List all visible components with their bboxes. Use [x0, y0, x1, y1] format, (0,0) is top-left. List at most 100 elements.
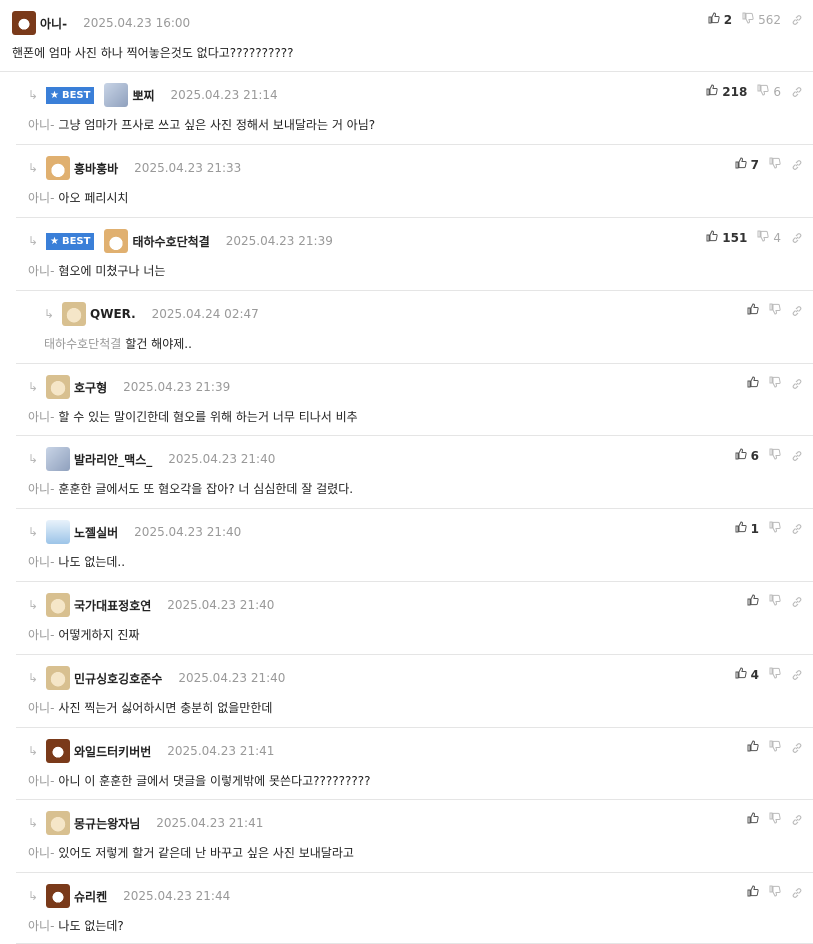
downvote-button[interactable]: [769, 376, 781, 391]
upvote-button[interactable]: 1: [735, 521, 759, 536]
link-icon[interactable]: [791, 887, 803, 899]
link-icon[interactable]: [791, 814, 803, 826]
puppy-avatar[interactable]: [46, 811, 70, 835]
downvote-count: 6: [773, 84, 781, 99]
upvote-button[interactable]: [747, 885, 759, 900]
link-icon[interactable]: [791, 232, 803, 244]
nickname[interactable]: 국가대표정호연: [74, 597, 151, 614]
downvote-button[interactable]: [769, 157, 781, 172]
mention[interactable]: 아니-: [28, 118, 54, 132]
comment-text: 아니- 혐오에 미쳤구나 너는: [28, 262, 165, 279]
comment-header: ↳ 몽규는왕자님 2025.04.23 21:41: [28, 811, 813, 835]
upvote-button[interactable]: [747, 594, 759, 609]
mention[interactable]: 아니-: [28, 701, 54, 715]
upvote-button[interactable]: 2: [708, 12, 732, 27]
downvote-button[interactable]: [769, 521, 781, 536]
comment-body: 어떻게하지 진짜: [58, 628, 140, 642]
upvote-count: 218: [722, 84, 748, 99]
upvote-button[interactable]: [747, 740, 759, 755]
thumbs-down-icon: [769, 667, 781, 682]
downvote-button[interactable]: [769, 667, 781, 682]
downvote-button[interactable]: 4: [757, 230, 781, 245]
blue-avatar[interactable]: [46, 520, 70, 544]
downvote-button[interactable]: 6: [757, 84, 781, 99]
downvote-button[interactable]: [769, 448, 781, 463]
link-icon[interactable]: [791, 523, 803, 535]
link-icon[interactable]: [791, 305, 803, 317]
mention[interactable]: 아니-: [28, 846, 54, 860]
link-icon[interactable]: [791, 669, 803, 681]
gray-cat-avatar[interactable]: [104, 83, 129, 107]
thumbs-up-icon: [747, 885, 759, 900]
nickname[interactable]: 발라리안_맥스_: [74, 451, 152, 468]
gray-cat-avatar[interactable]: [46, 447, 70, 471]
comment-date: 2025.04.23 21:41: [156, 816, 264, 830]
comment-date: 2025.04.24 02:47: [151, 307, 259, 321]
puppy-avatar[interactable]: [46, 666, 70, 690]
comment-date: 2025.04.23 21:33: [134, 161, 242, 175]
nickname[interactable]: 노젤실버: [74, 524, 118, 541]
downvote-button[interactable]: 562: [742, 12, 781, 27]
puppy-avatar[interactable]: [46, 593, 70, 617]
nickname[interactable]: 태하수호단척결: [132, 233, 209, 250]
link-icon[interactable]: [791, 86, 803, 98]
thumbs-down-icon: [769, 303, 781, 318]
thumbs-down-icon: [757, 84, 769, 99]
upvote-button[interactable]: [747, 303, 759, 318]
nickname[interactable]: 뽀찌: [132, 87, 154, 104]
mention[interactable]: 아니-: [28, 919, 54, 933]
upvote-button[interactable]: [747, 376, 759, 391]
downvote-button[interactable]: [769, 303, 781, 318]
downvote-button[interactable]: [769, 594, 781, 609]
upvote-button[interactable]: 7: [735, 157, 759, 172]
reply-arrow-icon: ↳: [28, 744, 39, 758]
vote-bar: 4: [725, 667, 803, 682]
thumbs-up-icon: [706, 84, 718, 99]
comment-date: 2025.04.23 21:40: [178, 671, 286, 685]
thumbs-up-icon: [735, 667, 747, 682]
link-icon[interactable]: [791, 378, 803, 390]
link-icon[interactable]: [791, 450, 803, 462]
mention[interactable]: 아니-: [28, 482, 54, 496]
nickname[interactable]: QWER.: [90, 307, 136, 321]
link-icon[interactable]: [791, 596, 803, 608]
mention[interactable]: 아니-: [28, 628, 54, 642]
fox-avatar[interactable]: [46, 156, 70, 180]
comment-body: 아오 페리시치: [58, 191, 129, 205]
upvote-button[interactable]: 151: [706, 230, 747, 245]
comment-header: ↳ ★ BEST 태하수호단척결 2025.04.23 21:39: [28, 229, 813, 253]
nickname[interactable]: 슈리켄: [74, 888, 107, 905]
nickname[interactable]: 와일드터키버번: [74, 743, 151, 760]
upvote-button[interactable]: [747, 812, 759, 827]
link-icon[interactable]: [791, 742, 803, 754]
nickname[interactable]: 호구형: [74, 379, 107, 396]
mention[interactable]: 아니-: [28, 774, 54, 788]
puppy-avatar[interactable]: [62, 302, 86, 326]
comment-header: ↳ ★ BEST 뽀찌 2025.04.23 21:14: [28, 83, 813, 107]
downvote-button[interactable]: [769, 885, 781, 900]
dog-avatar[interactable]: [46, 884, 70, 908]
nickname[interactable]: 몽규는왕자님: [74, 815, 140, 832]
dog-avatar[interactable]: [12, 11, 36, 35]
link-icon[interactable]: [791, 159, 803, 171]
mention[interactable]: 아니-: [28, 555, 54, 569]
comment-body: 사진 찍는거 싫어하시면 충분히 없을만한데: [58, 701, 273, 715]
upvote-button[interactable]: 4: [735, 667, 759, 682]
nickname[interactable]: 아니-: [40, 15, 67, 32]
dog-avatar[interactable]: [46, 739, 70, 763]
upvote-button[interactable]: 6: [735, 448, 759, 463]
puppy-avatar[interactable]: [46, 375, 70, 399]
upvote-button[interactable]: 218: [706, 84, 747, 99]
downvote-button[interactable]: [769, 812, 781, 827]
mention[interactable]: 아니-: [28, 410, 54, 424]
downvote-button[interactable]: [769, 740, 781, 755]
comment-header: ↳ 호구형 2025.04.23 21:39: [28, 375, 813, 399]
mention[interactable]: 태하수호단척결: [44, 337, 121, 351]
link-icon[interactable]: [791, 14, 803, 26]
nickname[interactable]: 민규싱호깅호준수: [74, 670, 162, 687]
mention[interactable]: 아니-: [28, 191, 54, 205]
fox-avatar[interactable]: [104, 229, 129, 253]
mention[interactable]: 아니-: [28, 264, 54, 278]
nickname[interactable]: 훙바훙바: [74, 160, 118, 177]
comment-body: 할 수 있는 말이긴한데 혐오를 위해 하는거 너무 티나서 비추: [58, 410, 358, 424]
